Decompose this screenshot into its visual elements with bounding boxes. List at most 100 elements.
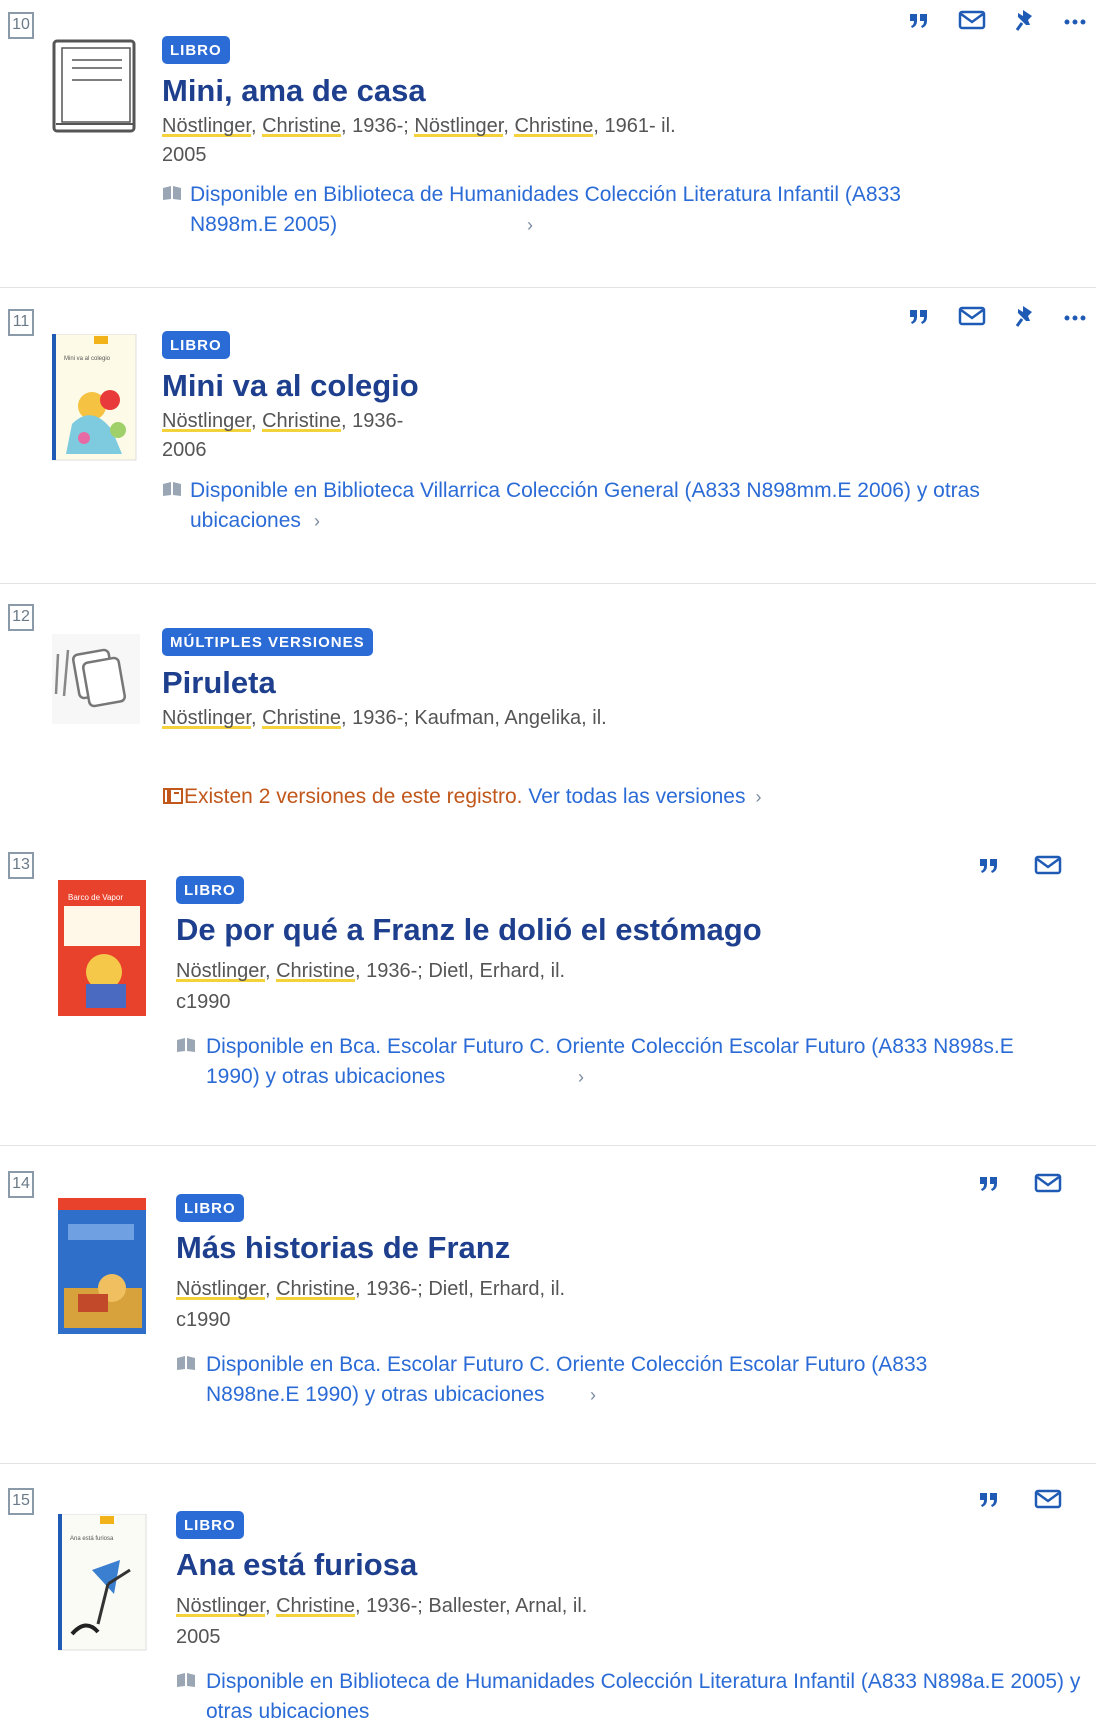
pin-icon[interactable] [1014,304,1036,333]
record-title-link[interactable]: De por qué a Franz le dolió el estómago [176,912,762,948]
email-icon[interactable] [1034,854,1062,881]
record-actions [908,304,1086,333]
author-text: , [264,1278,277,1300]
record-authors: Nöstlinger, Christine, 1936-; Kaufman, A… [162,705,607,731]
availability-link[interactable]: Disponible en Biblioteca Villarrica Cole… [162,476,1032,532]
author-text: , [264,960,277,982]
author-highlight: Christine [262,707,341,729]
availability-link[interactable]: Disponible en Bca. Escolar Futuro C. Ori… [176,1032,1036,1088]
author-highlight: Nöstlinger [162,115,251,137]
email-icon[interactable] [958,9,986,36]
email-icon[interactable] [1034,1172,1062,1199]
quote-icon[interactable] [908,11,930,34]
author-text: , [250,115,263,137]
availability-link[interactable]: Disponible en Biblioteca de Humanidades … [162,180,922,236]
record-number: 11 [8,309,34,336]
record-type-badge: LIBRO [176,876,244,904]
result-record: 13 Barco de Vapor LIBRO De por qué a Fra… [0,846,1096,1146]
chevron-right-icon: › [755,787,762,807]
record-title-link[interactable]: Piruleta [162,665,276,701]
record-date: c1990 [176,1309,231,1331]
author-highlight: Nöstlinger [176,1278,265,1300]
author-highlight: Christine [262,410,341,432]
chevron-right-icon: › [578,1067,584,1087]
record-actions [978,1172,1062,1199]
book-icon [52,39,136,133]
record-authors: Nöstlinger, Christine, 1936- [162,408,403,434]
book-cover[interactable] [58,1198,148,1336]
record-authors: Nöstlinger, Christine, 1936-; Dietl, Erh… [176,1276,565,1302]
svg-text:Mini va al colegio: Mini va al colegio [64,356,111,362]
record-actions [978,1488,1062,1515]
chevron-right-icon: › [314,511,320,531]
author-highlight: Nöstlinger [162,410,251,432]
record-number: 14 [8,1171,34,1198]
quote-icon[interactable] [978,1490,1000,1513]
author-highlight: Christine [262,115,341,137]
result-record: 12 MÚLTIPLES VERSIONES Piruleta Nöstling… [0,584,1096,846]
record-authors: Nöstlinger, Christine, 1936-; Dietl, Erh… [176,958,565,984]
author-text: , [250,707,263,729]
quote-icon[interactable] [908,307,930,330]
book-open-icon [176,1350,196,1380]
result-record: 14 LIBRO Más historias de Franz Nöstling… [0,1146,1096,1464]
view-all-versions-link[interactable]: Ver todas las versiones [528,785,745,808]
record-title-link[interactable]: Mini va al colegio [162,368,419,404]
author-text: , 1936-; Ballester, Arnal, il. [354,1595,588,1617]
versions-stack-icon [52,634,140,724]
result-record: 10 LIBRO Mini, ama de casa Nöstlinger, C… [0,0,1096,288]
record-number: 15 [8,1488,34,1515]
author-text: , [264,1595,277,1617]
email-icon[interactable] [1034,1488,1062,1515]
record-date: c1990 [176,991,231,1013]
author-highlight: Nöstlinger [176,960,265,982]
quote-icon[interactable] [978,1174,1000,1197]
quote-icon[interactable] [978,856,1000,879]
record-title-link[interactable]: Mini, ama de casa [162,73,426,109]
cover-image-icon [58,1198,146,1334]
book-cover[interactable]: Mini va al colegio [51,333,138,462]
record-actions [978,854,1062,881]
author-highlight: Christine [514,115,594,137]
availability-text: Disponible en Biblioteca de Humanidades … [190,183,901,236]
cover-image-icon: Barco de Vapor [58,880,146,1016]
author-highlight: Christine [276,1278,355,1300]
book-cover[interactable]: Ana está furiosa [57,1513,148,1652]
author-text: , 1961- il. [593,115,676,137]
availability-link[interactable]: Disponible en Bca. Escolar Futuro C. Ori… [176,1350,1036,1406]
availability-text: Disponible en Biblioteca de Humanidades … [206,1670,1081,1723]
availability-link[interactable]: Disponible en Biblioteca de Humanidades … [176,1667,1086,1723]
record-type-badge: LIBRO [176,1194,244,1222]
record-date: 2005 [176,1626,221,1648]
record-title-link[interactable]: Ana está furiosa [176,1547,417,1583]
record-type-badge: LIBRO [162,331,230,359]
pin-icon[interactable] [1014,8,1036,37]
chevron-right-icon: › [590,1385,596,1405]
author-text: , 1936-; Dietl, Erhard, il. [354,1278,566,1300]
svg-text:Barco de Vapor: Barco de Vapor [68,893,123,902]
versions-count-text: Existen 2 versiones de este registro. [184,785,523,808]
record-number: 10 [8,12,34,39]
more-icon[interactable] [1064,310,1086,328]
record-number: 13 [8,852,34,879]
record-type-badge: LIBRO [176,1511,244,1539]
record-actions [908,8,1086,37]
record-authors: Nöstlinger, Christine, 1936-; Nöstlinger… [162,113,676,139]
book-cover-placeholder[interactable] [52,38,138,136]
multiple-versions-cover[interactable] [52,634,140,724]
record-title-link[interactable]: Más historias de Franz [176,1230,510,1266]
availability-text: Disponible en Bca. Escolar Futuro C. Ori… [206,1353,928,1406]
book-open-icon [176,1032,196,1062]
record-authors: Nöstlinger, Christine, 1936-; Ballester,… [176,1593,587,1619]
author-highlight: Christine [276,960,355,982]
author-highlight: Nöstlinger [176,1595,265,1617]
book-open-icon [176,1667,196,1697]
email-icon[interactable] [958,305,986,332]
more-icon[interactable] [1064,14,1086,32]
author-highlight: Nöstlinger [162,707,251,729]
author-text: , 1936-; Dietl, Erhard, il. [354,960,566,982]
author-text: , [503,115,515,137]
author-text: , 1936- [340,410,404,432]
book-open-icon [162,180,182,210]
book-cover[interactable]: Barco de Vapor [58,880,148,1018]
